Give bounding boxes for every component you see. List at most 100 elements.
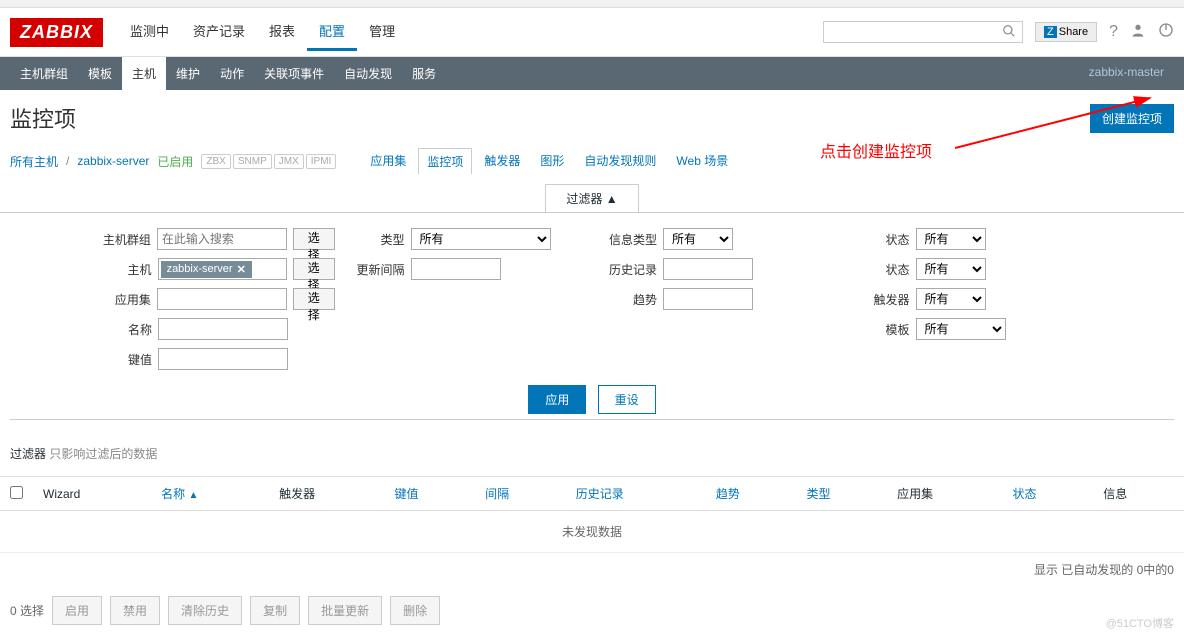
input-interval[interactable] xyxy=(411,258,501,280)
input-hostgroup[interactable] xyxy=(157,228,287,250)
reset-button[interactable]: 重设 xyxy=(598,385,656,414)
user-icon[interactable] xyxy=(1130,22,1146,43)
input-trend[interactable] xyxy=(663,288,753,310)
proto-ipmi: IPMI xyxy=(306,154,337,169)
page-header: 监控项 创建监控项 xyxy=(0,90,1184,142)
clear-history-button[interactable]: 清除历史 xyxy=(168,596,242,625)
label-history: 历史记录 xyxy=(597,261,657,278)
share-button[interactable]: ZShare xyxy=(1035,22,1097,42)
enable-button[interactable]: 启用 xyxy=(52,596,102,625)
subnav-6[interactable]: 自动发现 xyxy=(334,57,402,90)
input-host[interactable]: zabbix-server ✕ xyxy=(158,258,287,280)
host-link[interactable]: zabbix-server xyxy=(77,154,149,168)
label-trigger: 触发器 xyxy=(850,291,910,308)
power-icon[interactable] xyxy=(1158,22,1174,43)
create-item-button[interactable]: 创建监控项 xyxy=(1090,104,1174,133)
label-hostgroup: 主机群组 xyxy=(92,231,151,248)
select-hostgroup-button[interactable]: 选择 xyxy=(293,228,335,250)
filter-toggle[interactable]: 过滤器 ▲ xyxy=(545,184,638,212)
ctx-tab-4[interactable]: 自动发现规则 xyxy=(576,148,664,174)
annotation-label: 点击创建监控项 xyxy=(820,138,932,162)
col-trend[interactable]: 趋势 xyxy=(706,477,797,511)
page-title: 监控项 xyxy=(10,102,76,134)
label-appset: 应用集 xyxy=(92,291,151,308)
top-menu-4[interactable]: 管理 xyxy=(357,13,407,51)
input-appset[interactable] xyxy=(157,288,287,310)
top-menu-0[interactable]: 监测中 xyxy=(118,13,181,51)
col-triggers: 触发器 xyxy=(269,477,384,511)
label-trend: 趋势 xyxy=(597,291,657,308)
apply-button[interactable]: 应用 xyxy=(528,385,586,414)
search-icon xyxy=(1002,24,1016,41)
col-key[interactable]: 键值 xyxy=(384,477,475,511)
filter-panel: 主机群组 选择 主机 zabbix-server ✕ 选择 应用集 xyxy=(0,212,1184,435)
label-host: 主机 xyxy=(92,261,152,278)
remove-host-icon[interactable]: ✕ xyxy=(237,263,246,276)
top-menu-2[interactable]: 报表 xyxy=(257,13,307,51)
col-name[interactable]: 名称 ▲ xyxy=(151,477,269,511)
no-data-row: 未发现数据 xyxy=(0,511,1184,553)
context-breadcrumb: 所有主机 / zabbix-server 已启用 ZBXSNMPJMXIPMI … xyxy=(0,142,1184,180)
table-footer: 显示 已自动发现的 0中的0 xyxy=(0,552,1184,586)
items-table: Wizard 名称 ▲ 触发器 键值 间隔 历史记录 趋势 类型 应用集 状态 … xyxy=(0,476,1184,552)
main-header: ZABBIX 监测中资产记录报表配置管理 ZShare ? xyxy=(0,8,1184,57)
label-interval: 更新间隔 xyxy=(345,261,405,278)
selection-count: 0 选择 xyxy=(10,602,44,619)
top-menu: 监测中资产记录报表配置管理 xyxy=(118,13,823,51)
label-state1: 状态 xyxy=(850,231,910,248)
delete-button[interactable]: 删除 xyxy=(390,596,440,625)
subnav-4[interactable]: 动作 xyxy=(210,57,254,90)
ctx-tab-1[interactable]: 监控项 xyxy=(418,148,472,174)
zabbix-logo: ZABBIX xyxy=(10,18,103,47)
col-interval[interactable]: 间隔 xyxy=(475,477,566,511)
ctx-tab-2[interactable]: 触发器 xyxy=(476,148,528,174)
help-icon[interactable]: ? xyxy=(1109,23,1118,41)
sub-navigation: 主机群组模板主机维护动作关联项事件自动发现服务 zabbix-master xyxy=(0,57,1184,90)
col-appset: 应用集 xyxy=(887,477,1002,511)
subnav-1[interactable]: 模板 xyxy=(78,57,122,90)
label-type: 类型 xyxy=(345,231,405,248)
label-state2: 状态 xyxy=(850,261,910,278)
select-host-button[interactable]: 选择 xyxy=(293,258,335,280)
select-type[interactable]: 所有 xyxy=(411,228,551,250)
subnav-0[interactable]: 主机群组 xyxy=(10,57,78,90)
all-hosts-link[interactable]: 所有主机 xyxy=(10,153,58,170)
watermark: @51CTO博客 xyxy=(1106,615,1174,631)
select-template[interactable]: 所有 xyxy=(916,318,1006,340)
top-menu-1[interactable]: 资产记录 xyxy=(181,13,257,51)
select-all-checkbox[interactable] xyxy=(10,486,23,499)
label-key: 键值 xyxy=(92,351,152,368)
input-history[interactable] xyxy=(663,258,753,280)
select-trigger[interactable]: 所有 xyxy=(916,288,986,310)
mass-update-button[interactable]: 批量更新 xyxy=(308,596,382,625)
bulk-action-bar: 0 选择 启用 禁用 清除历史 复制 批量更新 删除 xyxy=(0,586,1184,635)
subnav-5[interactable]: 关联项事件 xyxy=(254,57,334,90)
select-infotype[interactable]: 所有 xyxy=(663,228,733,250)
top-menu-3[interactable]: 配置 xyxy=(307,13,357,51)
col-state[interactable]: 状态 xyxy=(1003,477,1094,511)
input-key[interactable] xyxy=(158,348,288,370)
host-tag: zabbix-server ✕ xyxy=(161,261,252,278)
global-search[interactable] xyxy=(823,21,1023,43)
subnav-3[interactable]: 维护 xyxy=(166,57,210,90)
subnav-2[interactable]: 主机 xyxy=(122,57,166,90)
proto-zbx: ZBX xyxy=(201,154,230,169)
select-appset-button[interactable]: 选择 xyxy=(293,288,335,310)
select-state2[interactable]: 所有 xyxy=(916,258,986,280)
col-history[interactable]: 历史记录 xyxy=(566,477,706,511)
col-wizard: Wizard xyxy=(33,477,151,511)
filter-header: 过滤器 ▲ xyxy=(0,184,1184,212)
subnav-7[interactable]: 服务 xyxy=(402,57,446,90)
context-tabs: 应用集监控项触发器图形自动发现规则Web 场景 xyxy=(362,148,736,174)
col-type[interactable]: 类型 xyxy=(797,477,888,511)
copy-button[interactable]: 复制 xyxy=(250,596,300,625)
browser-bookmarks-bar xyxy=(0,0,1184,8)
ctx-tab-0[interactable]: 应用集 xyxy=(362,148,414,174)
ctx-tab-3[interactable]: 图形 xyxy=(532,148,572,174)
disable-button[interactable]: 禁用 xyxy=(110,596,160,625)
subnav-context: zabbix-master xyxy=(1079,57,1174,90)
ctx-tab-5[interactable]: Web 场景 xyxy=(668,148,736,174)
input-name[interactable] xyxy=(158,318,288,340)
label-template: 模板 xyxy=(850,321,910,338)
select-state1[interactable]: 所有 xyxy=(916,228,986,250)
